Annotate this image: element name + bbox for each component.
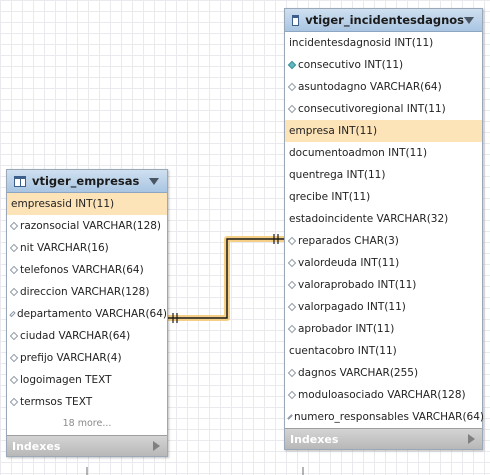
table-vtiger-empresas[interactable]: vtiger_empresas empresasid INT(11) razons… bbox=[6, 169, 168, 457]
column-label: qrecibe INT(11) bbox=[289, 191, 371, 203]
column-label: direccion VARCHAR(128) bbox=[20, 286, 150, 298]
column-row[interactable]: cuentacobro INT(11) bbox=[285, 340, 482, 362]
column-diamond-icon bbox=[287, 258, 297, 268]
column-label: estadoincidente VARCHAR(32) bbox=[289, 213, 449, 225]
column-diamond-icon bbox=[287, 324, 297, 334]
column-label: dagnos VARCHAR(255) bbox=[298, 367, 419, 379]
column-row[interactable]: nit VARCHAR(16) bbox=[7, 237, 167, 259]
column-row[interactable]: termsos TEXT bbox=[7, 391, 167, 413]
column-row[interactable]: asuntodagno VARCHAR(64) bbox=[285, 76, 482, 98]
chevron-down-icon[interactable] bbox=[149, 177, 159, 185]
column-label: aprobador INT(11) bbox=[298, 323, 395, 335]
chevron-down-icon[interactable] bbox=[464, 16, 474, 24]
column-diamond-icon bbox=[9, 310, 16, 318]
column-diamond-icon bbox=[287, 236, 297, 246]
column-row[interactable]: estadoincidente VARCHAR(32) bbox=[285, 208, 482, 230]
column-diamond-icon bbox=[287, 280, 297, 290]
column-row[interactable]: razonsocial VARCHAR(128) bbox=[7, 215, 167, 237]
column-label: empresa INT(11) bbox=[289, 125, 378, 137]
column-label: prefijo VARCHAR(4) bbox=[20, 352, 122, 364]
table-header[interactable]: vtiger_incidentesdagnos bbox=[285, 9, 482, 32]
column-label: moduloasociado VARCHAR(128) bbox=[298, 389, 466, 401]
column-row[interactable]: logoimagen TEXT bbox=[7, 369, 167, 391]
table-header[interactable]: vtiger_empresas bbox=[7, 170, 167, 193]
column-row[interactable]: incidentesdagnosid INT(11) bbox=[285, 32, 482, 54]
column-row[interactable]: direccion VARCHAR(128) bbox=[7, 281, 167, 303]
column-diamond-icon bbox=[287, 82, 297, 92]
column-label: departamento VARCHAR(64) bbox=[16, 308, 167, 320]
column-row[interactable]: valordeuda INT(11) bbox=[285, 252, 482, 274]
indexes-arrow-icon[interactable] bbox=[468, 434, 475, 444]
column-label: asuntodagno VARCHAR(64) bbox=[298, 81, 442, 93]
column-label: cuentacobro INT(11) bbox=[289, 345, 397, 357]
table-icon bbox=[14, 175, 26, 187]
column-diamond-icon bbox=[9, 221, 19, 231]
column-row[interactable]: documentoadmon INT(11) bbox=[285, 142, 482, 164]
column-diamond-icon bbox=[9, 331, 19, 341]
table-icon bbox=[292, 14, 300, 26]
column-label: empresasid INT(11) bbox=[11, 198, 115, 210]
column-label: telefonos VARCHAR(64) bbox=[20, 264, 144, 276]
column-row[interactable]: consecutivoregional INT(11) bbox=[285, 98, 482, 120]
column-row[interactable]: qrecibe INT(11) bbox=[285, 186, 482, 208]
column-label: consecutivo INT(11) bbox=[298, 59, 404, 71]
column-diamond-icon bbox=[9, 265, 19, 275]
column-row[interactable]: quentrega INT(11) bbox=[285, 164, 482, 186]
column-row[interactable]: reparados CHAR(3) bbox=[285, 230, 482, 252]
column-label: ciudad VARCHAR(64) bbox=[20, 330, 131, 342]
column-diamond-icon bbox=[287, 302, 297, 312]
column-diamond-icon bbox=[9, 243, 19, 253]
column-label: numero_responsables VARCHAR(64) bbox=[294, 411, 484, 423]
table-title: vtiger_empresas bbox=[32, 174, 140, 188]
column-label: reparados CHAR(3) bbox=[298, 235, 399, 247]
column-diamond-icon bbox=[287, 368, 297, 378]
column-row[interactable]: departamento VARCHAR(64) bbox=[7, 303, 167, 325]
column-label: incidentesdagnosid INT(11) bbox=[289, 37, 434, 49]
column-row[interactable]: moduloasociado VARCHAR(128) bbox=[285, 384, 482, 406]
column-row[interactable]: ciudad VARCHAR(64) bbox=[7, 325, 167, 347]
column-label: documentoadmon INT(11) bbox=[289, 147, 428, 159]
column-row[interactable]: aprobador INT(11) bbox=[285, 318, 482, 340]
column-label: valordeuda INT(11) bbox=[298, 257, 400, 269]
column-row[interactable]: numero_responsables VARCHAR(64) bbox=[285, 406, 484, 428]
column-label: consecutivoregional INT(11) bbox=[298, 103, 446, 115]
column-label: valoraprobado INT(11) bbox=[298, 279, 417, 291]
column-diamond-icon bbox=[9, 353, 19, 363]
column-row[interactable]: dagnos VARCHAR(255) bbox=[285, 362, 482, 384]
column-filled-diamond-icon bbox=[287, 60, 297, 70]
column-row[interactable]: prefijo VARCHAR(4) bbox=[7, 347, 167, 369]
indexes-label: Indexes bbox=[290, 432, 339, 446]
indexes-section[interactable]: Indexes bbox=[285, 428, 482, 449]
column-label: nit VARCHAR(16) bbox=[20, 242, 109, 254]
indexes-arrow-icon[interactable] bbox=[153, 441, 160, 451]
column-row[interactable]: valorpagado INT(11) bbox=[285, 296, 482, 318]
column-row[interactable]: telefonos VARCHAR(64) bbox=[7, 259, 167, 281]
column-label: valorpagado INT(11) bbox=[298, 301, 406, 313]
table-vtiger-incidentesdagnos[interactable]: vtiger_incidentesdagnos incidentesdagnos… bbox=[284, 8, 484, 450]
column-row[interactable]: consecutivo INT(11) bbox=[285, 54, 482, 76]
indexes-label: Indexes bbox=[12, 439, 61, 453]
relationship-line[interactable] bbox=[168, 238, 286, 319]
column-row[interactable]: valoraprobado INT(11) bbox=[285, 274, 482, 296]
column-label: razonsocial VARCHAR(128) bbox=[20, 220, 162, 232]
column-diamond-icon bbox=[9, 397, 19, 407]
column-diamond-icon bbox=[287, 414, 293, 420]
column-diamond-icon bbox=[9, 375, 19, 385]
column-row-key[interactable]: empresa INT(11) bbox=[285, 120, 482, 142]
column-label: logoimagen TEXT bbox=[20, 374, 112, 386]
column-diamond-icon bbox=[287, 104, 297, 114]
column-list: incidentesdagnosid INT(11) consecutivo IN… bbox=[285, 32, 484, 428]
column-row-key[interactable]: empresasid INT(11) bbox=[7, 193, 167, 215]
column-diamond-icon bbox=[287, 390, 297, 400]
table-title: vtiger_incidentesdagnos bbox=[305, 13, 464, 27]
column-label: quentrega INT(11) bbox=[289, 169, 386, 181]
indexes-section[interactable]: Indexes bbox=[7, 435, 167, 456]
column-label: termsos TEXT bbox=[20, 396, 93, 408]
column-diamond-icon bbox=[9, 287, 19, 297]
column-list: empresasid INT(11) razonsocial VARCHAR(12… bbox=[7, 193, 167, 413]
more-columns-link[interactable]: 18 more... bbox=[7, 413, 167, 435]
